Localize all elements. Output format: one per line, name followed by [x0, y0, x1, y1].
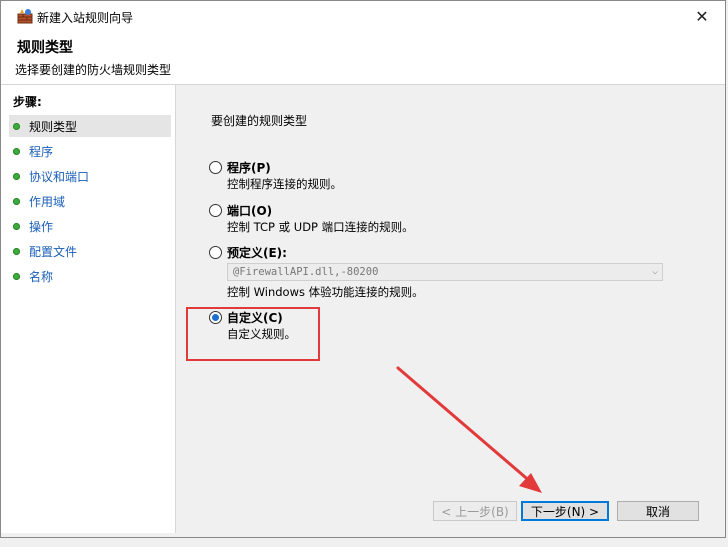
option-description: 控制 Windows 体验功能连接的规则。	[227, 285, 424, 299]
steps-sidebar: 步骤: 规则类型 程序 协议和端口 作用域 操作 配置文件 名称	[1, 85, 176, 533]
radio-program[interactable]	[209, 161, 222, 174]
next-button[interactable]: 下一步(N) >	[521, 501, 609, 521]
sidebar-item-action[interactable]: 操作	[9, 215, 171, 237]
sidebar-item-program[interactable]: 程序	[9, 140, 171, 162]
sidebar-item-label: 操作	[29, 219, 54, 234]
wizard-header: 规则类型 选择要创建的防火墙规则类型	[1, 32, 725, 85]
step-dot-icon	[13, 222, 20, 230]
rule-type-prompt: 要创建的规则类型	[211, 114, 308, 128]
close-icon: ✕	[695, 7, 709, 26]
radio-predefined[interactable]	[209, 246, 222, 259]
cancel-button[interactable]: 取消	[617, 501, 699, 521]
step-dot-icon	[13, 172, 20, 180]
close-button[interactable]: ✕	[679, 1, 725, 32]
predefined-select-value: @FirewallAPI.dll,-80200	[233, 266, 379, 278]
predefined-select: @FirewallAPI.dll,-80200 ⌵	[227, 263, 663, 281]
option-label: 程序(P)	[227, 161, 271, 175]
sidebar-item-label: 名称	[29, 269, 54, 284]
title-bar: 新建入站规则向导 ✕	[1, 1, 725, 32]
step-dot-icon	[13, 197, 20, 205]
sidebar-item-name[interactable]: 名称	[9, 265, 171, 287]
option-description: 控制 TCP 或 UDP 端口连接的规则。	[227, 220, 414, 234]
option-label: 端口(O)	[227, 204, 273, 218]
step-dot-icon	[13, 247, 20, 255]
sidebar-item-rule-type[interactable]: 规则类型	[9, 115, 171, 137]
steps-label: 步骤:	[13, 95, 42, 109]
chevron-down-icon: ⌵	[651, 266, 658, 277]
back-button[interactable]: < 上一步(B)	[433, 501, 517, 521]
sidebar-item-scope[interactable]: 作用域	[9, 190, 171, 212]
step-dot-icon	[13, 147, 20, 155]
sidebar-item-label: 程序	[29, 144, 54, 159]
step-dot-icon	[13, 122, 20, 130]
sidebar-item-label: 作用域	[29, 194, 66, 209]
option-description: 控制程序连接的规则。	[227, 177, 342, 191]
sidebar-item-label: 配置文件	[29, 244, 78, 259]
annotation-highlight-box	[186, 307, 320, 361]
radio-port[interactable]	[209, 204, 222, 217]
window-title: 新建入站规则向导	[37, 11, 134, 25]
option-label: 预定义(E):	[227, 246, 287, 260]
page-title: 规则类型	[17, 40, 73, 56]
sidebar-item-label: 协议和端口	[29, 169, 90, 184]
wizard-window: 新建入站规则向导 ✕ 规则类型 选择要创建的防火墙规则类型 步骤: 规则类型 程…	[0, 0, 726, 538]
sidebar-item-profile[interactable]: 配置文件	[9, 240, 171, 262]
sidebar-item-protocol-port[interactable]: 协议和端口	[9, 165, 171, 187]
sidebar-item-label: 规则类型	[29, 119, 78, 134]
step-dot-icon	[13, 272, 20, 280]
page-subtitle: 选择要创建的防火墙规则类型	[15, 63, 172, 77]
firewall-icon	[17, 9, 33, 24]
